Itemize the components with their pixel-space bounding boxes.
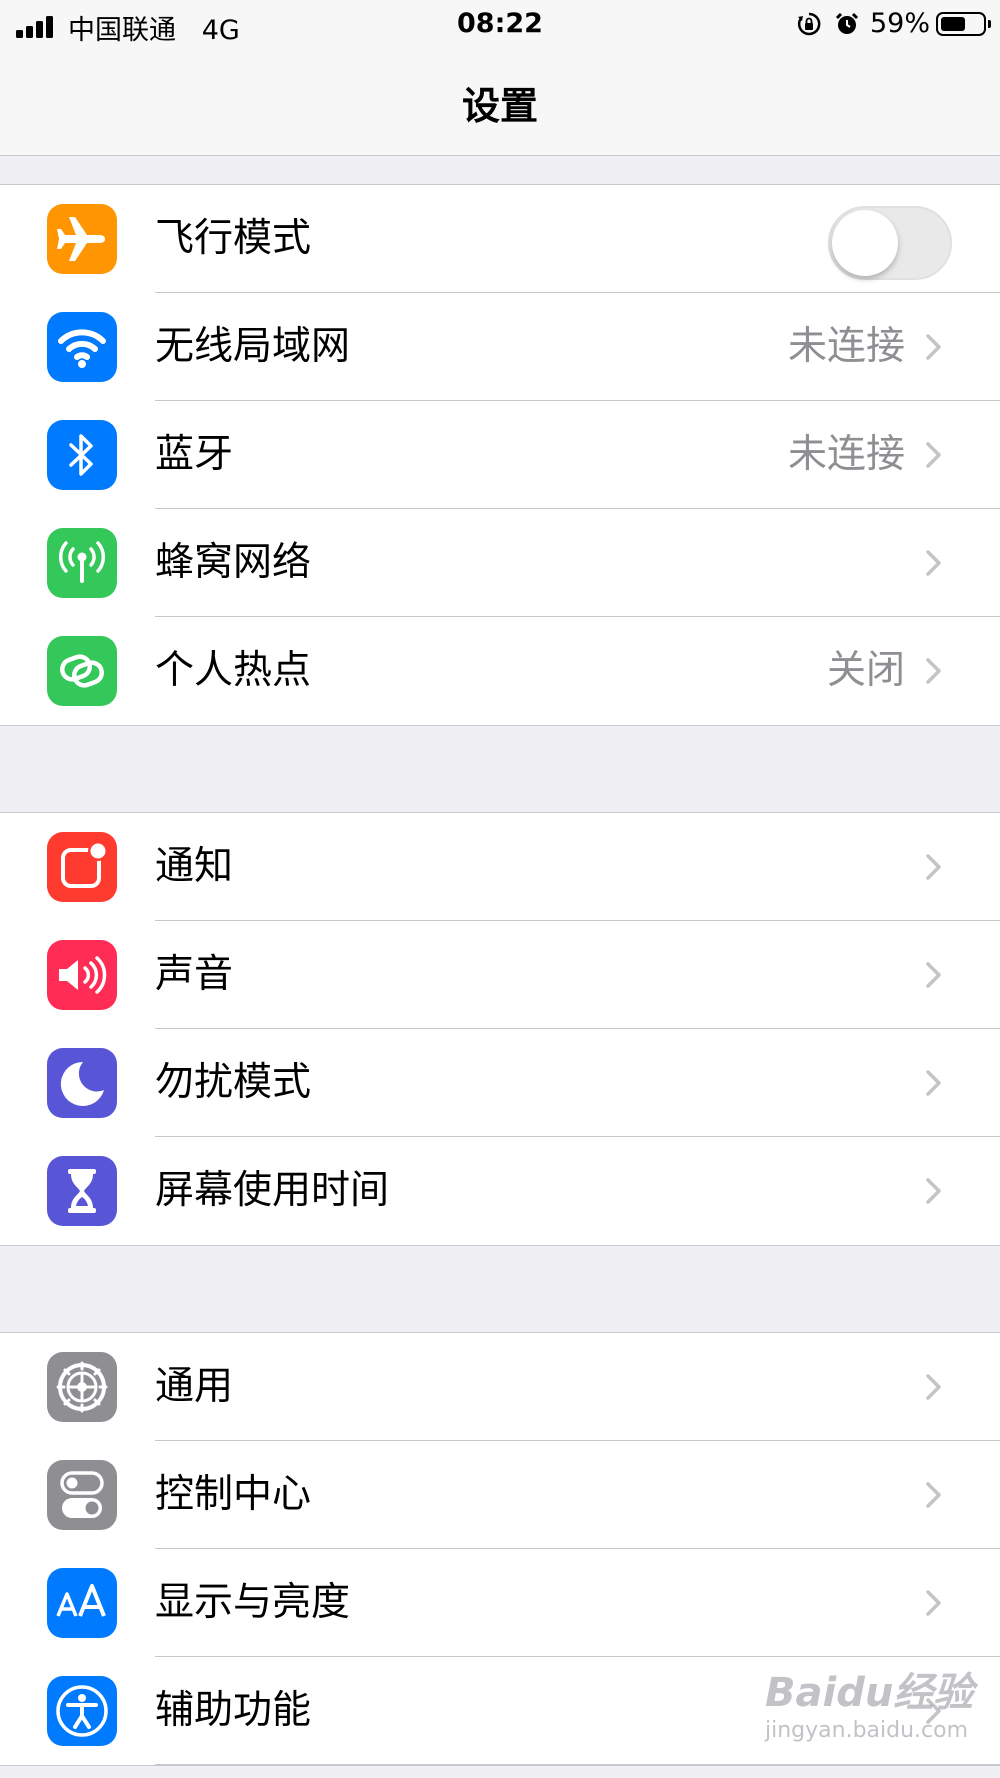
toggles-icon (47, 1460, 117, 1530)
row-label: 辅助功能 (155, 1688, 312, 1733)
accessibility-icon (47, 1676, 117, 1746)
settings-row-screen-time[interactable]: 屏幕使用时间 (0, 1137, 1000, 1245)
connectivity-group: 飞行模式 无线局域网 未连接 蓝牙 未连接 蜂窝网络 个人热点 关闭 (0, 184, 1000, 726)
settings-row-airplane-mode[interactable]: 飞行模式 (0, 185, 1000, 293)
chevron-right-icon (926, 550, 941, 576)
row-label: 个人热点 (155, 648, 312, 693)
notification-badge-icon (47, 832, 117, 902)
battery-level-fill (941, 16, 965, 31)
settings-row-display-brightness[interactable]: 显示与亮度 (0, 1549, 1000, 1657)
cellular-antenna-icon (47, 528, 117, 598)
chevron-right-icon (926, 1374, 941, 1400)
chevron-right-icon (926, 1178, 941, 1204)
airplane-icon (47, 204, 117, 274)
toggle-knob (832, 210, 898, 276)
settings-row-wifi[interactable]: 无线局域网 未连接 (0, 293, 1000, 401)
chevron-right-icon (926, 442, 941, 468)
text-size-icon (47, 1568, 117, 1638)
battery-percentage: 59% (869, 8, 930, 39)
chevron-right-icon (926, 658, 941, 684)
bluetooth-icon (47, 420, 117, 490)
row-label: 无线局域网 (155, 324, 351, 369)
chevron-right-icon (926, 1070, 941, 1096)
notifications-group: 通知 声音 勿扰模式 屏幕使用时间 (0, 812, 1000, 1246)
wifi-icon (47, 312, 117, 382)
settings-row-control-center[interactable]: 控制中心 (0, 1441, 1000, 1549)
row-label: 勿扰模式 (155, 1060, 312, 1105)
row-label: 控制中心 (155, 1472, 312, 1517)
row-label: 显示与亮度 (155, 1580, 351, 1625)
chevron-right-icon (926, 1590, 941, 1616)
hourglass-icon (47, 1156, 117, 1226)
settings-row-cellular[interactable]: 蜂窝网络 (0, 509, 1000, 617)
page-title: 设置 (461, 84, 538, 128)
chevron-right-icon (926, 854, 941, 880)
row-label: 通知 (155, 844, 234, 889)
row-label: 通用 (155, 1364, 234, 1409)
navigation-bar: 中国联通 4G 08:22 59% 设置 (0, 0, 1000, 156)
row-label: 屏幕使用时间 (155, 1168, 390, 1213)
settings-row-general[interactable]: 通用 (0, 1333, 1000, 1441)
settings-row-do-not-disturb[interactable]: 勿扰模式 (0, 1029, 1000, 1137)
row-label: 蜂窝网络 (155, 540, 312, 585)
settings-row-notifications[interactable]: 通知 (0, 813, 1000, 921)
watermark-url: jingyan.baidu.com (765, 1718, 969, 1743)
row-label: 飞行模式 (155, 216, 312, 261)
row-value: 关闭 (826, 648, 905, 693)
speaker-icon (47, 940, 117, 1010)
watermark-logo-text: Baidu经验 (765, 1670, 974, 1716)
row-value: 未连接 (787, 432, 905, 477)
chevron-right-icon (926, 1482, 941, 1508)
status-right: 59% (796, 8, 991, 39)
moon-icon (47, 1048, 117, 1118)
status-bar: 中国联通 4G 08:22 59% (0, 0, 1000, 52)
settings-row-bluetooth[interactable]: 蓝牙 未连接 (0, 401, 1000, 509)
hotspot-chain-icon (47, 636, 117, 706)
airplane-mode-toggle[interactable] (828, 206, 952, 280)
settings-row-personal-hotspot[interactable]: 个人热点 关闭 (0, 617, 1000, 725)
alarm-icon (835, 12, 859, 34)
chevron-right-icon (926, 962, 941, 988)
row-label: 声音 (155, 952, 234, 997)
watermark: Baidu经验 jingyan.baidu.com (765, 1660, 973, 1743)
rotation-lock-icon (797, 12, 821, 35)
settings-row-sounds[interactable]: 声音 (0, 921, 1000, 1029)
row-value: 未连接 (787, 324, 905, 369)
gear-icon (47, 1352, 117, 1422)
chevron-right-icon (926, 334, 941, 360)
battery-icon (936, 11, 991, 36)
row-label: 蓝牙 (155, 432, 234, 477)
